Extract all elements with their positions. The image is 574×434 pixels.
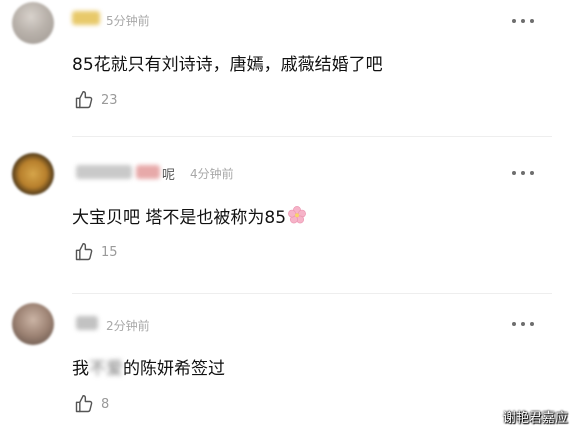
like-count: 15 [101,244,118,260]
like-count: 23 [101,92,118,108]
username-tail[interactable]: 呢 [162,164,175,183]
more-options-button[interactable] [512,17,534,25]
more-options-button[interactable] [512,320,534,328]
thumbs-up-icon [75,90,93,109]
like-count: 8 [101,396,110,412]
username[interactable] [76,316,98,330]
avatar[interactable] [12,2,54,44]
comment-text-start: 我 [72,359,89,379]
comment-item: 5分钟前 85花就只有刘诗诗，唐嫣，戚薇结婚了吧 23 [0,0,574,135]
comment-time: 2分钟前 [106,319,150,333]
blurred-text: 不爱 [89,359,123,379]
like-button[interactable]: 23 [74,90,118,110]
comment-text: 85花就只有刘诗诗，唐嫣，戚薇结婚了吧 [72,55,383,75]
cherry-blossom-icon [288,206,306,224]
watermark: 谢艳君嘉应 [502,411,568,426]
comment-time: 4分钟前 [190,167,234,181]
like-button[interactable]: 8 [74,394,109,414]
thumbs-up-icon [75,242,93,261]
comment-text-body: 大宝贝吧 塔不是也被称为85 [72,208,287,228]
username[interactable] [76,165,132,179]
more-options-button[interactable] [512,169,534,177]
comment-text: 我不爱的陈妍希签过 [72,354,225,379]
comment-item: 2分钟前 我不爱的陈妍希签过 8 [0,294,574,434]
comment-text-end: 的陈妍希签过 [123,359,225,379]
username[interactable] [72,11,100,25]
avatar[interactable] [12,153,54,195]
like-button[interactable]: 15 [74,242,118,262]
comment-text: 大宝贝吧 塔不是也被称为85 [72,203,307,228]
username-blur [136,165,160,179]
comment-item: 呢 4分钟前 大宝贝吧 塔不是也被称为85 15 [0,137,574,292]
comment-time: 5分钟前 [106,14,150,28]
avatar[interactable] [12,303,54,345]
thumbs-up-icon [75,394,93,413]
